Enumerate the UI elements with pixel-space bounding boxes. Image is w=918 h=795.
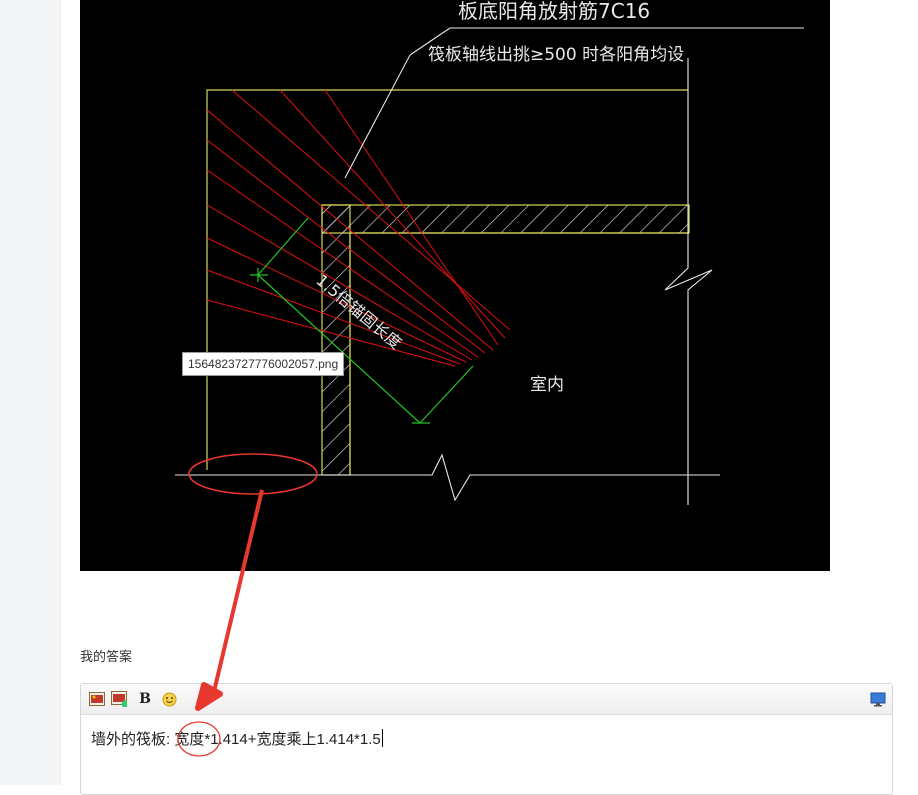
image-upload-icon[interactable] — [111, 691, 127, 707]
leader-line — [344, 54, 411, 179]
emoji-icon[interactable] — [161, 691, 177, 707]
cad-room-label: 室内 — [530, 375, 564, 395]
cad-drawing-svg: 板底阳角放射筋7C16 筏板轴线出挑≥500 时各阳角均设 1.5倍锚固长度 室… — [175, 0, 804, 505]
break-line-horizontal — [175, 453, 720, 502]
preview-icon[interactable] — [870, 691, 886, 707]
text-caret — [381, 729, 383, 747]
cad-drawing-image: 板底阳角放射筋7C16 筏板轴线出挑≥500 时各阳角均设 1.5倍锚固长度 室… — [80, 0, 830, 571]
break-line-vertical — [664, 58, 713, 505]
answer-prefix: 墙外的筏板: — [91, 731, 171, 748]
answer-editor[interactable]: B 墙外的筏板: 宽度*1.414+宽度乘上1.414*1.5 — [80, 683, 893, 795]
raft-outline — [206, 89, 688, 470]
image-icon[interactable] — [89, 691, 105, 707]
answer-heading: 我的答案 — [80, 649, 133, 664]
editor-toolbar: B — [81, 684, 892, 715]
answer-rest: *1.414+宽度乘上1.414*1.5 — [204, 731, 381, 748]
wall-horizontal — [321, 204, 690, 234]
cad-note: 筏板轴线出挑≥500 时各阳角均设 — [428, 45, 684, 65]
answer-circled-word: 宽度 — [174, 731, 205, 748]
cad-top-label: 板底阳角放射筋7C16 — [458, 0, 650, 23]
filename-tooltip: 1564823727776002057.png — [182, 352, 345, 376]
left-gutter — [0, 0, 61, 785]
editor-content[interactable]: 墙外的筏板: 宽度*1.414+宽度乘上1.414*1.5 — [81, 715, 892, 765]
wall-vertical — [321, 204, 351, 476]
bold-icon[interactable]: B — [137, 691, 153, 707]
